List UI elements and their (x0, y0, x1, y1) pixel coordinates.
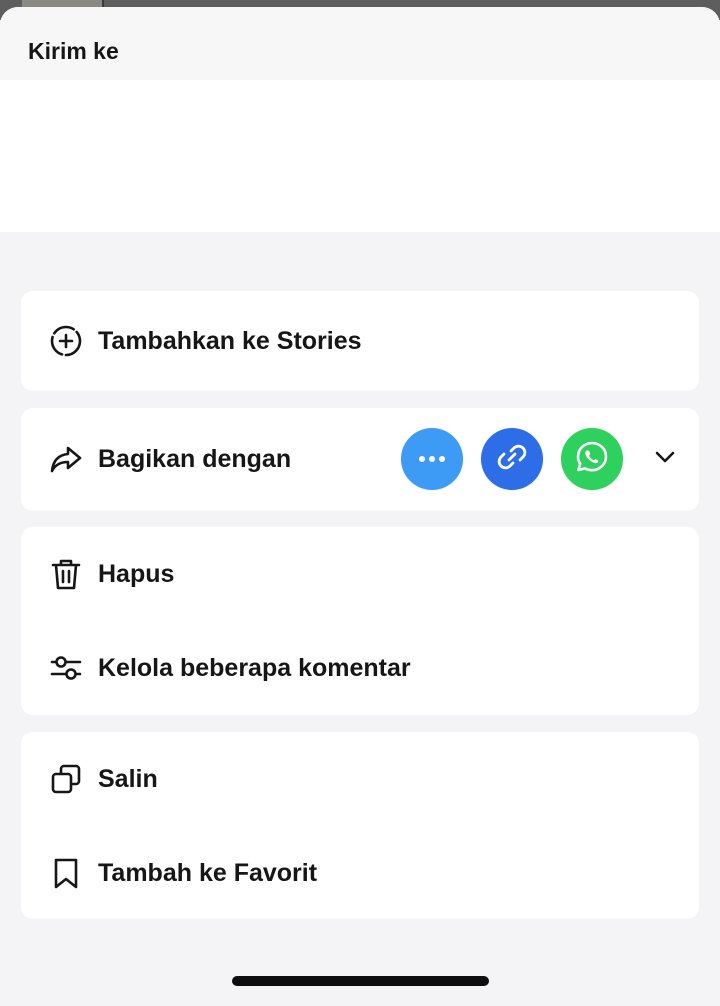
add-to-stories-item[interactable]: Tambahkan ke Stories (21, 313, 699, 369)
delete-label: Hapus (98, 559, 175, 588)
copy-label: Salin (98, 764, 158, 793)
link-icon (496, 441, 528, 478)
recipients-area (0, 80, 720, 232)
bookmark-icon (49, 856, 83, 890)
sliders-icon (49, 651, 83, 685)
add-to-favorites-label: Tambah ke Favorit (98, 858, 318, 887)
chevron-down-icon (653, 445, 677, 474)
copy-item[interactable]: Salin (21, 751, 699, 807)
share-arrow-icon (49, 442, 83, 476)
share-card: Bagikan dengan (21, 408, 699, 511)
actions-card: Hapus Kelola beberapa komentar (21, 527, 699, 715)
home-indicator (232, 976, 489, 986)
whatsapp-button[interactable] (561, 428, 623, 490)
share-more-button[interactable] (401, 428, 463, 490)
sheet-header: Kirim ke (0, 7, 720, 80)
sheet-title: Kirim ke (28, 38, 119, 64)
copy-link-button[interactable] (481, 428, 543, 490)
share-with-label: Bagikan dengan (98, 444, 292, 473)
copy-icon (49, 762, 83, 796)
whatsapp-icon (574, 439, 610, 480)
manage-comments-item[interactable]: Kelola beberapa komentar (21, 640, 699, 696)
add-to-favorites-item[interactable]: Tambah ke Favorit (21, 845, 699, 901)
stories-card: Tambahkan ke Stories (21, 291, 699, 391)
more-dots-icon (417, 450, 447, 468)
manage-comments-label: Kelola beberapa komentar (98, 653, 411, 682)
trash-icon (49, 557, 83, 591)
add-to-stories-label: Tambahkan ke Stories (98, 326, 362, 355)
share-sheet: Kirim ke Tambahkan ke Stories Bagikan de… (0, 7, 720, 1006)
options-card: Salin Tambah ke Favorit (21, 732, 699, 919)
delete-item[interactable]: Hapus (21, 546, 699, 602)
expand-share-button[interactable] (651, 445, 679, 473)
add-circle-dashed-icon (49, 324, 83, 358)
